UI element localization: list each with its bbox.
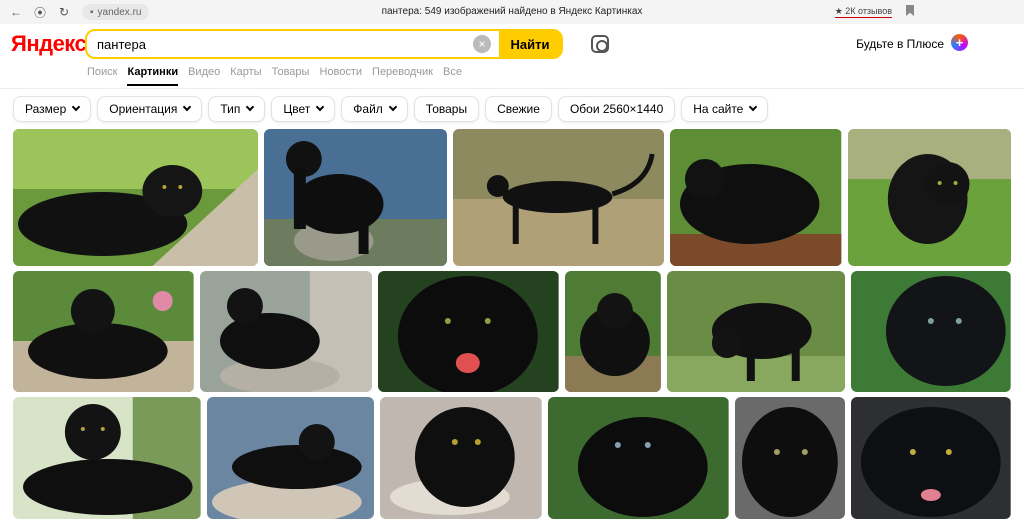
image-result[interactable] — [13, 271, 194, 392]
back-icon[interactable]: ← — [8, 4, 24, 20]
tab-3[interactable]: Карты — [230, 66, 261, 86]
filter-button-5[interactable]: Товары — [413, 96, 480, 122]
filter-button-0[interactable]: Размер — [13, 96, 92, 122]
filter-button-3[interactable]: Цвет — [271, 96, 336, 122]
plus-icon[interactable]: + — [951, 34, 968, 51]
yandex-logo[interactable]: Яндекс — [11, 31, 87, 57]
filter-button-7[interactable]: Обои 2560×1440 — [557, 96, 676, 122]
image-result[interactable] — [547, 397, 729, 519]
image-result[interactable] — [666, 271, 846, 392]
filter-label: Цвет — [283, 102, 311, 116]
tab-6[interactable]: Переводчик — [372, 66, 433, 86]
image-result[interactable] — [851, 271, 1011, 392]
filter-label: Тип — [220, 102, 241, 116]
image-result[interactable] — [264, 129, 448, 266]
image-results-grid — [13, 129, 1012, 524]
tab-5[interactable]: Новости — [319, 66, 362, 86]
search-button[interactable]: Найти — [499, 31, 561, 57]
filter-label: Файл — [353, 102, 383, 116]
image-result[interactable] — [13, 129, 258, 266]
filter-button-8[interactable]: На сайте — [681, 96, 769, 122]
chevron-down-icon — [749, 102, 758, 112]
plus-link[interactable]: Будьте в Плюсе — [856, 37, 944, 51]
filter-label: Размер — [25, 102, 67, 116]
tab-0[interactable]: Поиск — [87, 66, 117, 86]
image-result[interactable] — [380, 397, 542, 519]
filter-button-4[interactable]: Файл — [341, 96, 408, 122]
filter-label: Обои 2560×1440 — [569, 102, 664, 116]
chevron-down-icon — [246, 102, 255, 112]
tab-2[interactable]: Видео — [188, 66, 220, 86]
tab-7[interactable]: Все — [443, 66, 462, 86]
search-bar: × Найти — [85, 29, 563, 59]
image-result[interactable] — [670, 129, 842, 266]
filter-label: На сайте — [693, 102, 744, 116]
filter-label: Товары — [425, 102, 468, 116]
image-result[interactable] — [734, 397, 846, 519]
chevron-down-icon — [183, 102, 192, 112]
filter-button-2[interactable]: Тип — [208, 96, 266, 122]
image-result[interactable] — [13, 397, 201, 519]
chevron-down-icon — [72, 102, 81, 112]
filter-button-6[interactable]: Свежие — [485, 96, 552, 122]
address-bar-url: yandex.ru — [97, 6, 142, 18]
image-search-icon[interactable] — [591, 35, 609, 53]
yandex-home-icon[interactable]: ⦿ — [32, 4, 48, 20]
image-result[interactable] — [199, 271, 373, 392]
logo-text: Яндекс — [11, 31, 87, 56]
image-result[interactable] — [206, 397, 375, 519]
image-result[interactable] — [564, 271, 661, 392]
clear-search-icon[interactable]: × — [473, 35, 491, 53]
image-result[interactable] — [453, 129, 665, 266]
filter-label: Свежие — [497, 102, 540, 116]
filter-bar: Размер Ориентация Тип Цвет Файл Товары Свежие О… — [13, 96, 769, 122]
filter-label: Ориентация — [109, 102, 178, 116]
search-input[interactable] — [87, 31, 473, 57]
lock-icon: ▪ — [90, 6, 94, 18]
header-divider — [0, 88, 1024, 89]
filter-button-1[interactable]: Ориентация — [97, 96, 203, 122]
reload-icon[interactable]: ↻ — [56, 4, 72, 20]
chevron-down-icon — [316, 102, 325, 112]
service-tabs: Поиск Картинки Видео Карты Товары Новости Пере… — [87, 66, 462, 86]
tab-4[interactable]: Товары — [272, 66, 310, 86]
reviews-link[interactable]: ★ 2К отзывов — [834, 6, 892, 18]
tab-1[interactable]: Картинки — [127, 66, 179, 86]
image-result[interactable] — [378, 271, 559, 392]
image-result[interactable] — [847, 129, 1012, 266]
image-result[interactable] — [851, 397, 1011, 519]
address-bar[interactable]: ▪ yandex.ru — [82, 4, 150, 20]
chevron-down-icon — [388, 102, 398, 112]
